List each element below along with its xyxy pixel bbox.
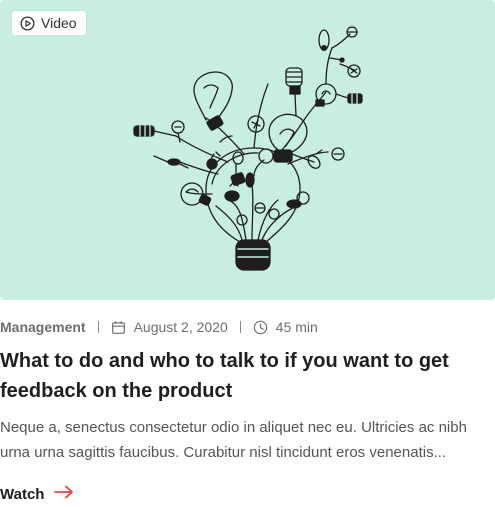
meta-divider: [239, 321, 241, 333]
calendar-icon: [111, 320, 126, 335]
play-circle-icon: [20, 15, 35, 31]
video-badge-label: Video: [41, 15, 77, 31]
content-card: Video Management August 2, 2020 45 min W…: [0, 0, 495, 507]
meta-row: Management August 2, 2020 45 min: [0, 317, 318, 337]
lightbulb-illustration: [133, 26, 363, 271]
watch-link[interactable]: Watch: [0, 483, 74, 505]
watch-label: Watch: [0, 485, 45, 503]
card-title[interactable]: What to do and who to talk to if you wan…: [0, 346, 470, 406]
arrow-right-icon: [54, 485, 74, 503]
clock-icon: [253, 320, 268, 335]
card-description: Neque a, senectus consectetur odio in al…: [0, 419, 467, 461]
duration: 45 min: [275, 319, 318, 335]
video-thumbnail[interactable]: Video: [0, 0, 495, 300]
meta-divider: [97, 321, 99, 333]
publish-date: August 2, 2020: [133, 319, 228, 335]
video-badge: Video: [12, 11, 86, 35]
category-label[interactable]: Management: [0, 319, 86, 335]
